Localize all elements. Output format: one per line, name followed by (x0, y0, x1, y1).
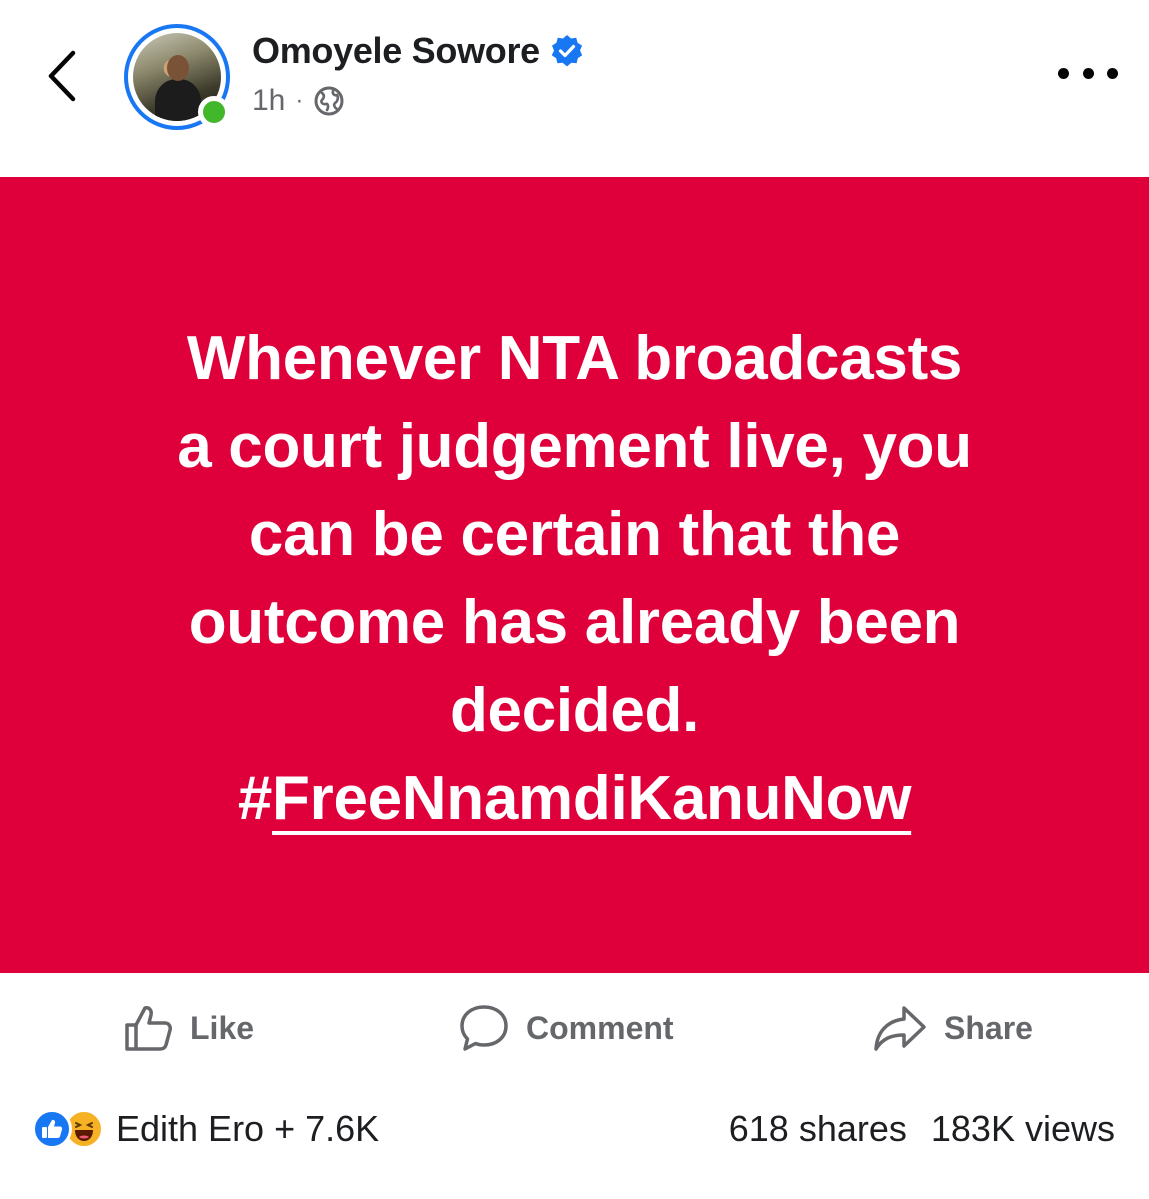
shares-count[interactable]: 618 shares (729, 1108, 907, 1150)
author-name[interactable]: Omoyele Sowore (252, 30, 540, 72)
globe-icon (314, 86, 344, 116)
comment-bubble-icon (460, 1005, 508, 1051)
more-options-button[interactable] (1058, 58, 1118, 88)
post-line: outcome has already been (188, 588, 961, 657)
hashtag-symbol: # (237, 764, 273, 833)
share-label: Share (944, 1009, 1033, 1046)
share-arrow-icon (874, 1006, 926, 1051)
like-button[interactable]: Like (122, 990, 254, 1066)
comment-label: Comment (526, 1009, 674, 1046)
back-button[interactable] (38, 46, 86, 106)
views-count: 183K views (930, 1108, 1115, 1149)
post-actions-bar: Like Comment Share (0, 990, 1149, 1066)
hashtag-link[interactable]: FreeNnamdiKanuNow (272, 764, 911, 833)
like-reaction-icon (32, 1109, 72, 1149)
post-line: decided. (449, 676, 700, 745)
post-line: Whenever NTA broadcasts (186, 324, 963, 393)
author-row: Omoyele Sowore (252, 30, 584, 72)
reactor-summary: Edith Ero + 7.6K (116, 1108, 380, 1149)
share-button[interactable]: Share (872, 990, 1033, 1066)
author-avatar[interactable] (124, 24, 234, 130)
comment-button[interactable]: Comment (458, 990, 674, 1066)
hashtag-line: #FreeNnamdiKanuNow (75, 755, 1075, 843)
more-horizontal-icon (1058, 67, 1069, 79)
post-stats: Edith Ero + 7.6K 618 shares 183K views (0, 1100, 1149, 1164)
online-status-indicator (198, 96, 230, 128)
thumbs-up-icon (125, 1006, 172, 1051)
chevron-left-icon (48, 50, 76, 102)
meta-separator: · (295, 87, 304, 114)
post-line: can be certain that the (248, 500, 901, 569)
post-meta: 1h · (252, 84, 345, 118)
like-label: Like (190, 1009, 255, 1046)
post-text-card: Whenever NTA broadcasts a court judgemen… (0, 177, 1149, 973)
verified-badge-icon (551, 35, 583, 67)
engagement-counts: 618 shares 183K views (705, 1108, 1115, 1150)
post-timestamp[interactable]: 1h (252, 84, 285, 118)
post-line: a court judgement live, you (177, 412, 972, 481)
post-header: Omoyele Sowore 1h · (0, 0, 1149, 176)
post-body: Whenever NTA broadcasts a court judgemen… (75, 315, 1075, 843)
reactions-summary[interactable]: Edith Ero + 7.6K (32, 1108, 379, 1150)
